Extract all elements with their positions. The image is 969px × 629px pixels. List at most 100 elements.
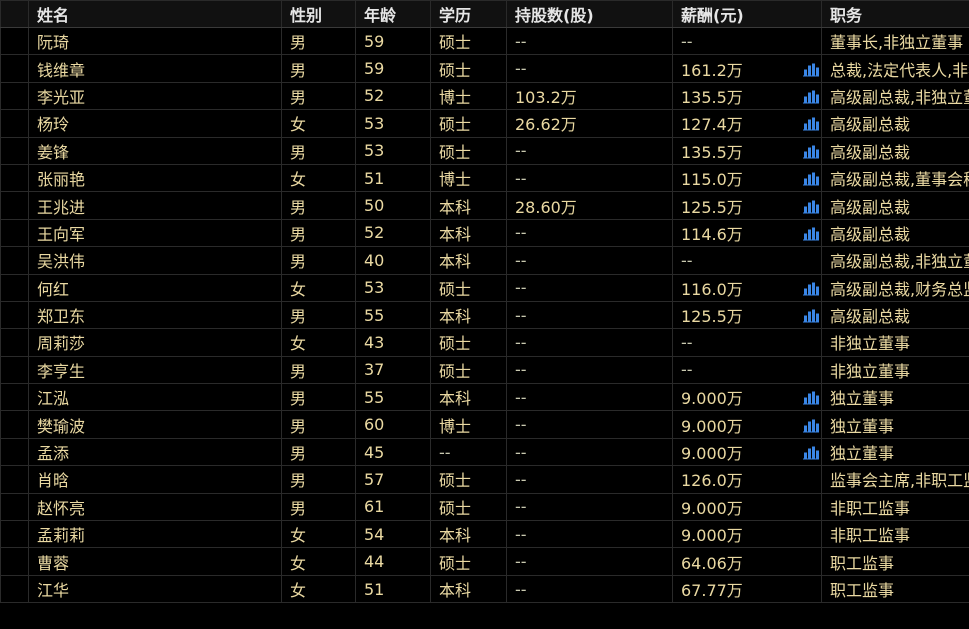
age-cell: 45 (355, 437, 431, 467)
name-cell[interactable]: 江华 (28, 574, 282, 604)
position-cell: 独立董事 (821, 383, 969, 412)
table-row[interactable]: 肖晗男57硕士-- 126.0万 监事会主席,非职工监事 (0, 465, 969, 494)
row-index-cell (0, 574, 29, 604)
name-cell[interactable]: 孟莉莉 (28, 520, 282, 549)
table-row[interactable]: 周莉莎女 43 硕士 -- -- 非独立董事 (0, 328, 969, 357)
salary-text: 9.000万 (681, 416, 743, 436)
education-header[interactable]: 学历 (430, 0, 507, 28)
bar-chart-icon[interactable] (803, 280, 819, 296)
name-cell[interactable]: 樊瑜波 (28, 410, 282, 439)
table-row[interactable]: 李亨生男 37 硕士 -- -- 非独立董事 (0, 355, 969, 385)
table-row[interactable]: 孟莉莉女 54 本科 -- 9.000万 非职工监事 (0, 520, 969, 549)
table-row[interactable]: 曹蓉女 44 硕士 -- 64.06万 职工监事 (0, 547, 969, 576)
name-cell[interactable]: 郑卫东 (28, 300, 282, 330)
gender-cell: 男 (281, 54, 356, 83)
row-index-cell (0, 465, 29, 494)
bar-chart-icon[interactable] (803, 61, 819, 77)
name-cell[interactable]: 钱维章 (28, 54, 282, 83)
table-row[interactable]: 王兆进男 50 本科 28.60万 125.5万 高级副总裁 (0, 191, 969, 220)
name-cell[interactable]: 王兆进 (28, 191, 282, 220)
name-cell[interactable]: 王向军 (28, 218, 282, 248)
name-header[interactable]: 姓名 (28, 0, 282, 28)
name-cell[interactable]: 李亨生 (28, 355, 282, 385)
age-header[interactable]: 年龄 (355, 0, 431, 28)
salary-cell: -- (672, 355, 822, 385)
salary-cell: 126.0万 (672, 465, 822, 494)
table-row[interactable]: 李光亚男52博士103.2万 135.5万 高级副总裁,非独立董事 (0, 81, 969, 111)
education-cell: 硕士 (430, 109, 507, 138)
bar-chart-icon[interactable] (803, 116, 819, 131)
table-row[interactable]: 江泓男 55 本科 -- 9.000万 独立董事 (0, 383, 969, 412)
row-index-cell (0, 492, 29, 522)
name-cell[interactable]: 曹蓉 (28, 547, 282, 576)
table-row[interactable]: 王向军男 52 本科 -- 114.6万 高级副总裁 (0, 218, 969, 248)
position-cell: 非职工监事 (821, 492, 969, 522)
name-cell[interactable]: 江泓 (28, 383, 282, 412)
row-index-cell (0, 383, 29, 412)
name-cell[interactable]: 何红 (28, 273, 282, 302)
salary-text: 135.5万 (681, 142, 743, 162)
table-row[interactable]: 郑卫东男 55 本科 -- 125.5万 高级副总裁 (0, 300, 969, 330)
bar-chart-icon[interactable] (803, 308, 819, 323)
gender-header[interactable]: 性别 (281, 0, 356, 28)
shares-cell: 28.60万 (506, 191, 673, 220)
table-row[interactable]: 张丽艳女51博士-- 115.0万 高级副总裁,董事会秘书 (0, 163, 969, 193)
table-row[interactable]: 阮琦男 59 硕士 -- -- 董事长,非独立董事 (0, 26, 969, 56)
salary-text: -- (681, 250, 693, 270)
name-cell[interactable]: 周莉莎 (28, 328, 282, 357)
salary-header[interactable]: 薪酬(元) (672, 0, 822, 28)
row-index-cell (0, 26, 29, 56)
shares-cell: 103.2万 (506, 81, 673, 111)
bar-chart-icon[interactable] (803, 417, 819, 433)
name-cell[interactable]: 赵怀亮 (28, 492, 282, 522)
position-cell: 独立董事 (821, 437, 969, 467)
shares-cell: -- (506, 246, 673, 275)
education-cell: 博士 (430, 410, 507, 439)
name-cell[interactable]: 李光亚 (28, 81, 282, 111)
salary-value: 9.000万 (681, 495, 821, 519)
name-cell[interactable]: 肖晗 (28, 465, 282, 494)
name-cell[interactable]: 姜锋 (28, 136, 282, 165)
bar-chart-icon[interactable] (803, 445, 819, 460)
bar-chart-icon[interactable] (803, 143, 819, 159)
row-index-cell (0, 163, 29, 193)
name-cell[interactable]: 孟添 (28, 437, 282, 467)
salary-text: 125.5万 (681, 197, 743, 217)
age-cell: 40 (355, 246, 431, 275)
bar-chart-icon[interactable] (803, 225, 819, 241)
education-cell: 硕士 (430, 328, 507, 357)
bar-chart-icon[interactable] (803, 198, 819, 214)
position-cell: 董事长,非独立董事 (821, 26, 969, 56)
salary-cell: 9.000万 (672, 492, 822, 522)
salary-value: 161.2万 (681, 57, 821, 81)
position-header[interactable]: 职务 (821, 0, 969, 28)
name-cell[interactable]: 阮琦 (28, 26, 282, 56)
name-cell[interactable]: 吴洪伟 (28, 246, 282, 275)
table-row[interactable]: 何红女 53 硕士 -- 116.0万 高级副总裁,财务总监 (0, 273, 969, 302)
shares-header[interactable]: 持股数(股) (506, 0, 673, 28)
shares-cell: -- (506, 520, 673, 549)
table-row[interactable]: 姜锋男 53 硕士 -- 135.5万 高级副总裁 (0, 136, 969, 165)
table-row[interactable]: 吴洪伟男40本科----高级副总裁,非独立董事 (0, 246, 969, 275)
salary-text: 161.2万 (681, 60, 743, 80)
table-row[interactable]: 孟添男 45 -- -- 9.000万 独立董事 (0, 437, 969, 467)
bar-chart-icon[interactable] (803, 390, 819, 405)
education-cell: 硕士 (430, 492, 507, 522)
education-cell: 博士 (430, 81, 507, 111)
salary-cell: 67.77万 (672, 574, 822, 604)
table-row[interactable]: 樊瑜波男 60 博士 -- 9.000万 独立董事 (0, 410, 969, 439)
name-cell[interactable]: 张丽艳 (28, 163, 282, 193)
shares-cell: -- (506, 136, 673, 165)
shares-cell: -- (506, 163, 673, 193)
table-row[interactable]: 杨玲女 53 硕士 26.62万 127.4万 高级副总裁 (0, 109, 969, 138)
education-cell: 博士 (430, 163, 507, 193)
shares-cell: -- (506, 218, 673, 248)
table-row[interactable]: 赵怀亮男 61 硕士 -- 9.000万 非职工监事 (0, 492, 969, 522)
name-cell[interactable]: 杨玲 (28, 109, 282, 138)
gender-cell: 女 (281, 273, 356, 302)
table-row[interactable]: 江华女 51 本科 -- 67.77万 职工监事 (0, 574, 969, 604)
bar-chart-icon[interactable] (803, 171, 819, 186)
bar-chart-icon[interactable] (803, 88, 819, 104)
shares-cell: -- (506, 465, 673, 494)
table-row[interactable]: 钱维章男59硕士-- 161.2万 总裁,法定代表人,非独立董事 (0, 54, 969, 83)
